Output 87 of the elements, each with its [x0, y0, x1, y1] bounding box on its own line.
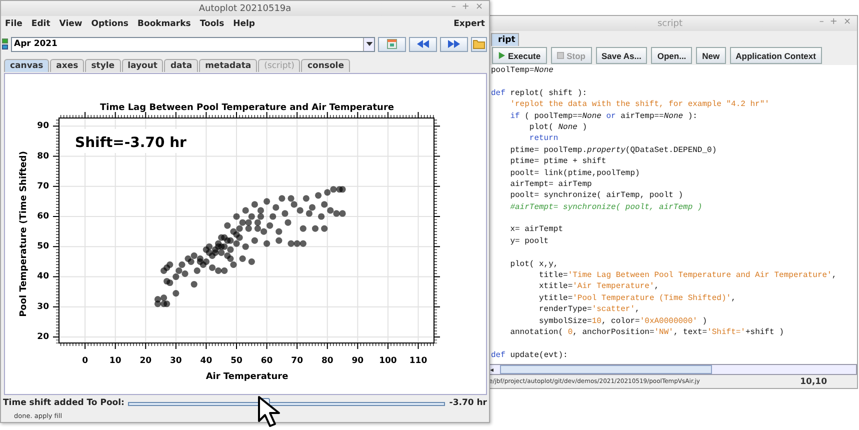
caret-icon — [366, 42, 372, 46]
tick-label: 50 — [230, 356, 242, 366]
fast-forward-icon — [448, 40, 460, 48]
code-line: 'replot the data with the shift, for example "4.2 hr"' — [509, 100, 770, 110]
toolbar-button[interactable]: Save As... — [596, 47, 648, 64]
toolbar-button[interactable]: Execute — [492, 47, 547, 64]
code-line: def replot( shift ): — [491, 88, 588, 98]
toolbar-button[interactable]: New — [696, 47, 726, 64]
menu-item[interactable]: File — [5, 19, 22, 29]
tick-label: 50 — [37, 242, 49, 252]
tick-label: 30 — [37, 302, 49, 312]
annotation: Shift=-3.70 hr — [75, 135, 187, 151]
tick-label: 10 — [109, 356, 122, 366]
code-line: x= airTempt — [509, 225, 564, 234]
tick-label: 40 — [37, 272, 49, 282]
tick-label: 20 — [37, 332, 49, 342]
tick-label: 90 — [352, 356, 364, 366]
calendar-icon — [387, 39, 397, 49]
code-line: airTempt= airTemp — [509, 180, 592, 189]
code-line: return — [528, 134, 558, 144]
time-shift-slider[interactable] — [128, 398, 446, 408]
data-source-icon — [2, 38, 8, 50]
code-line: poolt= synchronize( airTemp, poolt ) — [509, 191, 684, 200]
tab[interactable]: layout — [122, 59, 164, 72]
menu-item[interactable]: Edit — [31, 19, 50, 29]
tick-label: 70 — [37, 181, 49, 192]
menu-item[interactable]: View — [59, 19, 82, 29]
toolbar-button[interactable] — [409, 36, 437, 52]
slider-reading: -3.70 hr — [449, 398, 487, 408]
tick-label: 40 — [200, 356, 212, 366]
toolbar-button[interactable]: Open... — [651, 47, 692, 64]
code-line: ytitle='Pool Temperature (Time Shifted)', — [538, 294, 736, 303]
code-line: y= poolt — [509, 236, 549, 246]
window-title: script — [657, 18, 683, 28]
code-line: xtitle='Air Temperature', — [538, 282, 660, 292]
tick-label: 110 — [409, 356, 428, 366]
toolbar-button[interactable]: Application Context — [730, 47, 822, 64]
code-line: if ( poolTemp==None or airTemp==None ): — [509, 112, 698, 121]
tab[interactable]: style — [85, 59, 121, 72]
menu-item[interactable]: Bookmarks — [138, 19, 191, 29]
code-line: annotation( 0, anchorPosition='NW', text='Shift='+shift ) — [509, 328, 784, 337]
slider-label: Time shift added To Pool: — [3, 398, 124, 408]
tick-label: 70 — [291, 356, 303, 366]
tick-label: 100 — [379, 356, 397, 366]
code-line: plot( None ) — [528, 122, 588, 132]
code-line: title='Time Lag Between Pool Temperature and Air Temperature', — [538, 271, 837, 280]
tab[interactable]: console — [301, 59, 350, 72]
stop-icon — [556, 52, 564, 59]
toolbar-button[interactable] — [440, 36, 468, 52]
tab[interactable]: canvas — [4, 59, 50, 72]
code-line: def update(evt): — [491, 350, 568, 360]
toolbar-button[interactable] — [471, 36, 487, 52]
code-line: plot( x,y, — [509, 260, 558, 269]
tick-label: 80 — [321, 356, 334, 366]
menu-item[interactable]: Options — [91, 19, 128, 29]
tick-label: 80 — [37, 151, 49, 162]
tab[interactable]: metadata — [199, 59, 258, 72]
toolbar-button[interactable] — [378, 36, 406, 52]
code-line: ptime= ptime + shift — [509, 157, 606, 166]
x-axis-label: Air Temperature — [206, 372, 288, 382]
code-line: ptime= poolTemp.property(QDataSet.DEPEND_0) — [509, 146, 717, 155]
menu-item[interactable]: Tools — [200, 19, 224, 29]
code-editor[interactable] — [489, 65, 857, 364]
tick-label: 0 — [82, 356, 88, 366]
folder-icon — [473, 39, 485, 49]
tick-label: 60 — [37, 212, 49, 222]
play-icon — [498, 52, 505, 59]
window-title: Autoplot 20210519a — [198, 4, 292, 14]
code-line: symbolSize=10, color='0xA0000000' ) — [538, 316, 708, 326]
tick-label: 30 — [170, 356, 182, 366]
chart-title: Time Lag Between Pool Temperature and Air Temperature — [100, 103, 394, 113]
code-line: renderType='scatter', — [538, 305, 640, 314]
tab[interactable]: ript — [491, 33, 520, 46]
tick-label: 20 — [140, 356, 152, 366]
tick-label: 60 — [260, 356, 273, 366]
cursor-position: 10,10 — [800, 376, 827, 386]
tab[interactable]: data — [164, 59, 198, 72]
tick-label: 90 — [37, 121, 49, 132]
code-line: poolt= link(ptime,poolTemp) — [509, 168, 640, 178]
y-axis-label: Pool Temperature (Time Shifted) — [19, 151, 29, 317]
tab[interactable]: axes — [50, 59, 84, 72]
menu-item[interactable]: Expert — [454, 19, 485, 29]
rewind-icon — [417, 40, 429, 48]
code-line: poolTemp=None — [491, 66, 554, 75]
address-combo[interactable]: Apr 2021 — [11, 36, 375, 52]
code-line: #airTempt= synchronize( poolt, airTemp ) — [509, 202, 702, 212]
menu-item[interactable]: Help — [233, 19, 256, 29]
